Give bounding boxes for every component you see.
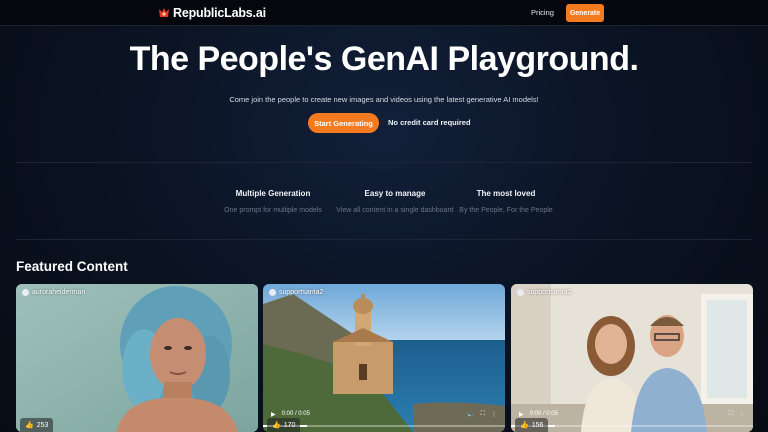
more-options-icon[interactable]: ⋮ [739, 411, 745, 418]
username-label: supportsanta2 [527, 289, 572, 296]
card-username[interactable]: supportsanta2 [517, 289, 571, 296]
content-card[interactable]: supportsanta2 ▶ 0:00 / 0:05 ⛶ ⋮ 👍 156 [511, 284, 753, 432]
feature-description: By the People, For the People [459, 207, 553, 214]
user-avatar-icon [517, 289, 524, 296]
user-avatar-icon [22, 289, 29, 296]
user-avatar-icon [269, 289, 276, 296]
likes-badge[interactable]: 👍 156 [515, 418, 549, 432]
hero-subtitle: Come join the people to create new image… [229, 95, 539, 104]
more-options-icon[interactable]: ⋮ [491, 411, 497, 418]
play-icon[interactable]: ▶ [519, 411, 524, 418]
feature-description: One prompt for multiple models [224, 207, 322, 214]
section-divider [16, 239, 752, 240]
thumbs-up-icon: 👍 [25, 422, 34, 429]
featured-content-heading: Featured Content [16, 259, 128, 274]
thumbs-up-icon: 👍 [520, 422, 529, 429]
card-username[interactable]: supportsanta2 [269, 289, 323, 296]
generate-button[interactable]: Generate [566, 4, 604, 22]
nav-link-pricing[interactable]: Pricing [531, 8, 554, 17]
card-username[interactable]: aurorahelderman [22, 289, 85, 296]
content-card[interactable]: supportsanta2 ▶ 0:00 / 0:05 🔈 ⛶ ⋮ 👍 170 [263, 284, 505, 432]
likes-badge[interactable]: 👍 253 [20, 418, 54, 432]
hero-title: The People's GenAI Playground. [129, 40, 639, 78]
feature-most-loved: The most loved By the People, For the Pe… [436, 189, 576, 214]
likes-count: 253 [36, 421, 49, 429]
likes-badge[interactable]: 👍 170 [267, 418, 301, 432]
fullscreen-icon[interactable]: ⛶ [481, 411, 485, 418]
feature-title: The most loved [476, 189, 536, 198]
volume-icon[interactable]: 🔈 [467, 411, 474, 418]
username-label: aurorahelderman [32, 289, 86, 296]
top-navigation-bar: RepublicLabs.ai Pricing Generate [0, 0, 768, 26]
video-time: 0:00 / 0:05 [529, 411, 558, 417]
section-divider [16, 162, 752, 163]
username-label: supportsanta2 [279, 289, 324, 296]
content-card[interactable]: aurorahelderman 👍 253 [16, 284, 258, 432]
likes-count: 156 [531, 421, 544, 429]
portrait-image [16, 284, 258, 432]
likes-count: 170 [283, 421, 296, 429]
thumbs-up-icon: 👍 [272, 422, 281, 429]
feature-multiple-generation: Multiple Generation One prompt for multi… [203, 189, 343, 214]
logo-icon [159, 8, 169, 17]
play-icon[interactable]: ▶ [271, 411, 276, 418]
fullscreen-icon[interactable]: ⛶ [729, 411, 733, 418]
logo[interactable]: RepublicLabs.ai [158, 6, 266, 20]
start-generating-button[interactable]: Start Generating [308, 113, 379, 133]
logo-text: RepublicLabs.ai [173, 6, 266, 20]
no-credit-card-note: No credit card required [388, 118, 471, 127]
feature-title: Multiple Generation [235, 189, 311, 198]
video-time: 0:00 / 0:05 [281, 411, 310, 417]
